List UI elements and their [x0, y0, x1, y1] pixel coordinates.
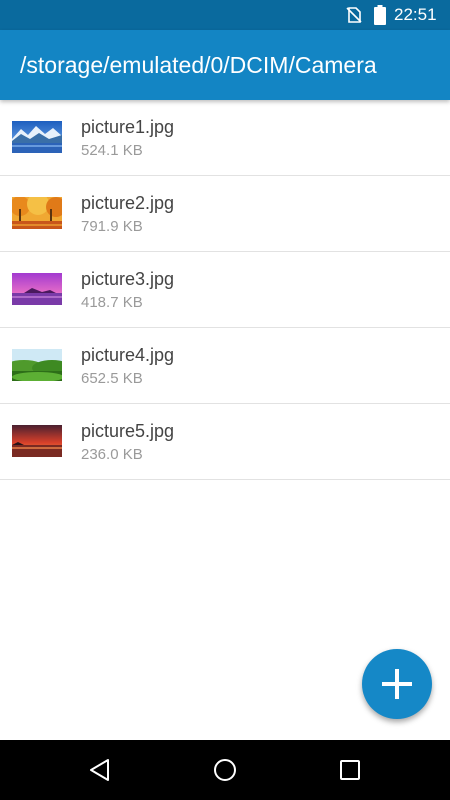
directory-path-title: /storage/emulated/0/DCIM/Camera [20, 52, 377, 78]
no-sim-icon [346, 7, 362, 23]
file-name: picture2.jpg [81, 193, 175, 213]
file-list-item[interactable]: picture4.jpg 652.5 KB [0, 328, 450, 404]
battery-icon [374, 5, 386, 25]
file-list-item[interactable]: picture5.jpg 236.0 KB [0, 404, 450, 480]
app-bar: /storage/emulated/0/DCIM/Camera [0, 30, 450, 100]
navigation-bar [0, 740, 450, 800]
file-size: 652.5 KB [81, 370, 143, 387]
file-list-item[interactable]: picture1.jpg 524.1 KB [0, 100, 450, 176]
file-list: picture1.jpg 524.1 KB picture2.jpg 791.9… [0, 100, 450, 480]
screen: 22:51 /storage/emulated/0/DCIM/Camera pi… [0, 0, 450, 800]
autumn-park-thumbnail [12, 197, 62, 229]
file-name: picture1.jpg [81, 117, 175, 137]
mountain-lake-thumbnail [12, 121, 62, 153]
file-size: 791.9 KB [81, 218, 143, 235]
file-size: 418.7 KB [81, 294, 143, 311]
status-bar: 22:51 [0, 0, 450, 30]
add-button[interactable] [362, 649, 432, 719]
back-icon[interactable] [87, 757, 113, 783]
green-hills-thumbnail [12, 349, 62, 381]
file-name: picture4.jpg [81, 345, 175, 365]
plus-icon [382, 669, 412, 699]
home-icon[interactable] [212, 757, 238, 783]
file-name: picture3.jpg [81, 269, 175, 289]
file-size: 236.0 KB [81, 446, 143, 463]
red-sunset-thumbnail [12, 425, 62, 457]
purple-sunset-thumbnail [12, 273, 62, 305]
status-clock: 22:51 [394, 5, 437, 24]
file-name: picture5.jpg [81, 421, 175, 441]
file-size: 524.1 KB [81, 142, 143, 159]
file-list-item[interactable]: picture2.jpg 791.9 KB [0, 176, 450, 252]
recents-icon[interactable] [337, 757, 363, 783]
file-list-item[interactable]: picture3.jpg 418.7 KB [0, 252, 450, 328]
